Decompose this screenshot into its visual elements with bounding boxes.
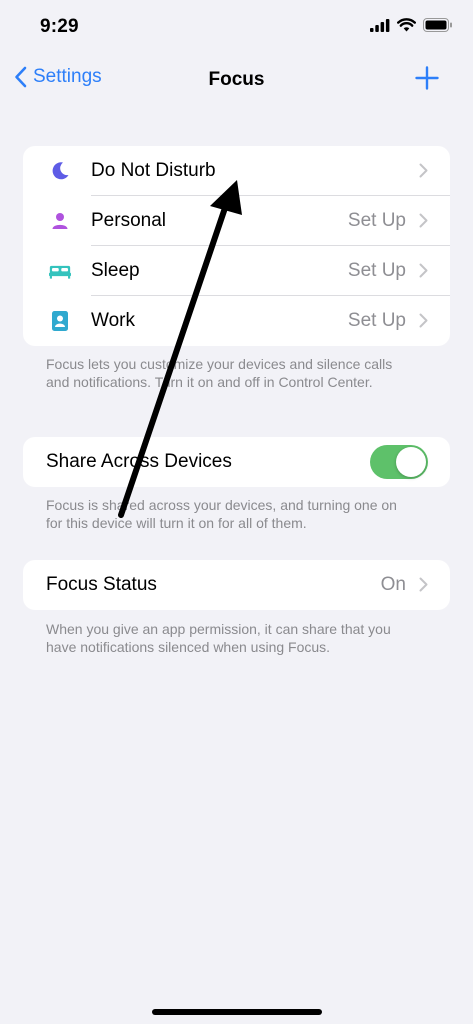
focus-item-sleep[interactable]: Sleep Set Up <box>23 246 450 296</box>
focus-item-value: Set Up <box>347 210 406 231</box>
focus-footnote: Focus lets you customize your devices an… <box>46 356 393 390</box>
chevron-right-icon <box>419 163 428 178</box>
status-icons <box>370 18 453 32</box>
focus-item-value: Set Up <box>347 310 406 331</box>
chevron-right-icon <box>419 577 428 592</box>
focus-item-value: Set Up <box>347 260 406 281</box>
chevron-right-icon <box>419 263 428 278</box>
focus-status-label: Focus Status <box>46 574 157 595</box>
add-focus-button[interactable] <box>415 66 439 95</box>
focus-item-do-not-disturb[interactable]: Do Not Disturb <box>23 146 450 196</box>
share-footnote: Focus is shared across your devices, and… <box>46 497 397 531</box>
moon-icon <box>49 160 71 182</box>
focus-status-value: On <box>380 574 406 595</box>
share-across-devices-group: Share Across Devices <box>23 437 450 487</box>
focus-item-label: Sleep <box>91 260 140 281</box>
cellular-signal-icon <box>370 18 390 32</box>
focus-item-label: Work <box>91 310 135 331</box>
share-across-devices-label: Share Across Devices <box>46 451 232 472</box>
chevron-right-icon <box>419 213 428 228</box>
share-across-devices-toggle[interactable] <box>370 445 428 479</box>
wifi-icon <box>397 18 416 32</box>
focus-item-personal[interactable]: Personal Set Up <box>23 196 450 246</box>
status-time: 9:29 <box>40 16 79 37</box>
status-bar: 9:29 <box>0 0 473 56</box>
focus-item-label: Personal <box>91 210 166 231</box>
focus-status-group: Focus Status On <box>23 560 450 610</box>
battery-icon <box>423 18 452 32</box>
id-badge-icon <box>49 310 71 332</box>
navigation-bar: Settings Focus <box>0 58 473 102</box>
bed-icon <box>49 260 71 282</box>
page-title: Focus <box>208 69 265 90</box>
chevron-right-icon <box>419 313 428 328</box>
focus-status-footnote: When you give an app permission, it can … <box>46 621 391 655</box>
toggle-knob <box>396 447 426 477</box>
focus-status-row[interactable]: Focus Status On <box>23 560 450 610</box>
person-icon <box>49 210 71 232</box>
focus-item-work[interactable]: Work Set Up <box>23 296 450 346</box>
focus-modes-list: Do Not Disturb Personal Set Up Sleep Set… <box>23 146 450 346</box>
share-across-devices-row: Share Across Devices <box>23 437 450 487</box>
plus-icon <box>415 66 439 90</box>
focus-item-label: Do Not Disturb <box>91 160 216 181</box>
home-indicator <box>152 1009 322 1015</box>
